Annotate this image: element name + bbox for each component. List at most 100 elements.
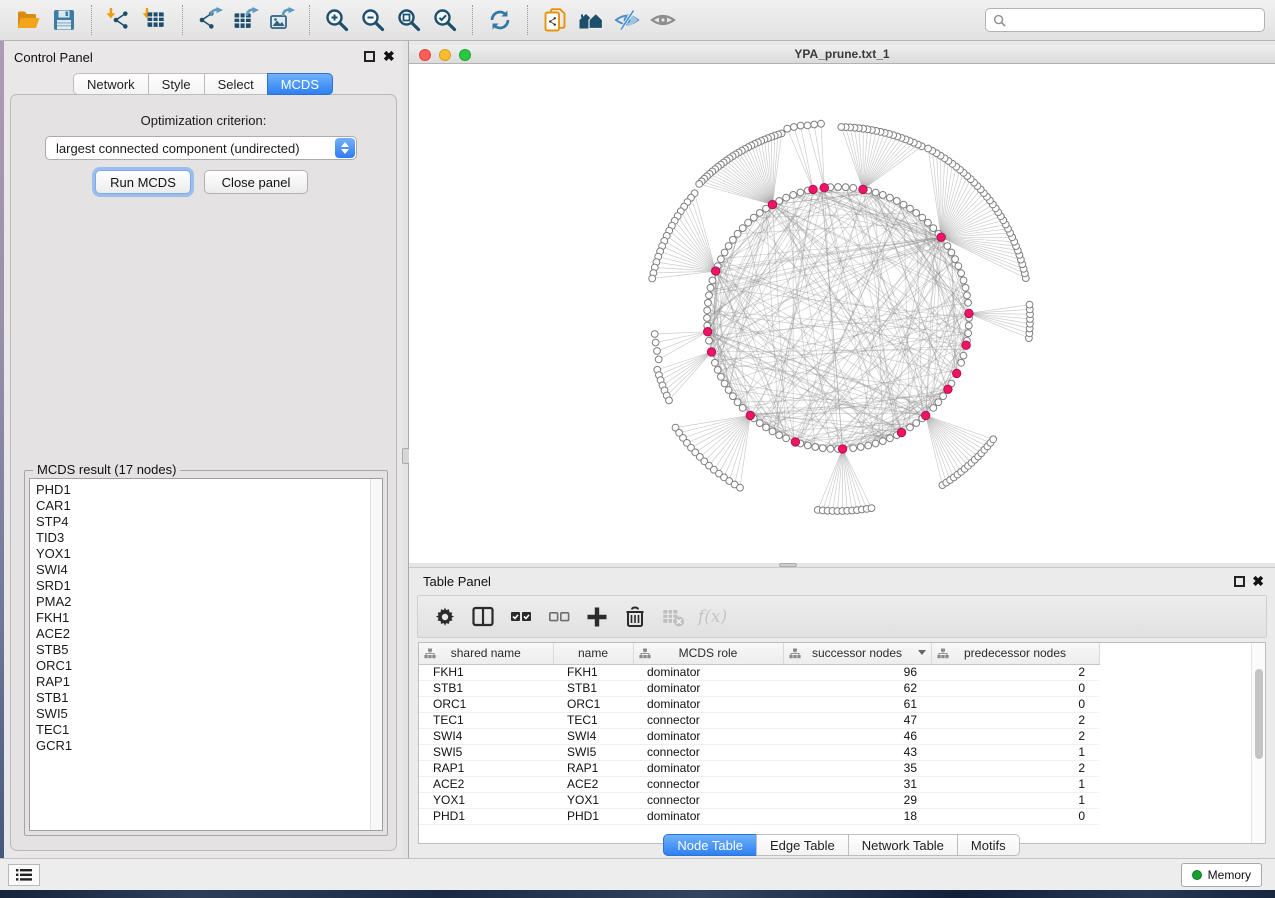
mcds-result-item[interactable]: SRD1 [36,578,382,594]
leaf-node[interactable] [818,120,825,127]
network-canvas[interactable] [409,64,1275,563]
table-scrollbar-thumb[interactable] [1255,669,1263,759]
mcds-node[interactable] [768,200,776,208]
network-node[interactable] [850,445,857,452]
mcds-result-item[interactable]: GCR1 [36,738,382,754]
zoom-in-icon[interactable] [319,3,355,37]
tab-network-table[interactable]: Network Table [848,834,958,856]
leaf-node[interactable] [737,484,744,491]
search-box[interactable] [985,8,1265,32]
network-node[interactable] [797,189,804,196]
mcds-result-item[interactable]: FKH1 [36,610,382,626]
mcds-result-item[interactable]: PHD1 [36,482,382,498]
network-node[interactable] [756,420,763,427]
network-node[interactable] [930,405,937,412]
network-node[interactable] [706,337,713,344]
network-node[interactable] [725,243,732,250]
mcds-result-item[interactable]: ORC1 [36,658,382,674]
mcds-result-item[interactable]: SWI5 [36,706,382,722]
mcds-result-item[interactable]: STP4 [36,514,382,530]
export-table-icon[interactable] [228,3,264,37]
table-row[interactable]: STB1STB1dominator620 [419,680,1099,696]
leaf-node[interactable] [696,181,703,188]
table-panel-close-icon[interactable]: ✖ [1252,574,1264,588]
leaf-node[interactable] [925,145,932,152]
network-node[interactable] [756,210,763,217]
table-settings-icon[interactable] [432,603,458,631]
network-overview-icon[interactable] [573,3,609,37]
network-node[interactable] [925,219,932,226]
refresh-layout-icon[interactable] [482,3,518,37]
network-node[interactable] [819,445,826,452]
tab-select[interactable]: Select [204,73,268,95]
import-table-icon[interactable] [137,3,173,37]
mcds-node[interactable] [937,233,945,241]
network-node[interactable] [783,435,790,442]
mcds-node[interactable] [944,385,952,393]
network-window-titlebar[interactable]: YPA_prune.txt_1 [409,45,1275,64]
table-row[interactable]: TEC1TEC1connector472 [419,712,1099,728]
network-node[interactable] [872,189,879,196]
task-history-button[interactable] [8,864,40,886]
mcds-result-item[interactable]: RAP1 [36,674,382,690]
network-node[interactable] [913,420,920,427]
delete-column-icon[interactable] [622,603,648,631]
network-graph[interactable] [409,64,1275,563]
mcds-result-item[interactable]: STB1 [36,690,382,706]
table-row[interactable]: FKH1FKH1dominator962 [419,664,1099,680]
leaf-node[interactable] [868,505,875,512]
network-node[interactable] [707,284,714,291]
column-header-predecessor-nodes[interactable]: predecessor nodes [931,643,1099,664]
tab-motifs[interactable]: Motifs [957,834,1020,856]
network-node[interactable] [907,205,914,212]
mcds-node[interactable] [809,185,817,193]
leaf-node[interactable] [666,397,673,404]
network-node[interactable] [865,442,872,449]
close-panel-button[interactable]: Close panel [204,170,308,194]
network-node[interactable] [872,440,879,447]
open-session-icon[interactable] [10,3,46,37]
mcds-node[interactable] [820,184,828,192]
network-node[interactable] [827,445,834,452]
network-node[interactable] [887,435,894,442]
network-node[interactable] [776,432,783,439]
split-panel-icon[interactable] [470,603,496,631]
network-node[interactable] [948,249,955,256]
leaf-node[interactable] [804,122,811,129]
clone-network-icon[interactable] [537,3,573,37]
optimization-criterion-select[interactable]: largest connected component (undirected) [45,136,357,160]
network-node[interactable] [739,225,746,232]
table-row[interactable]: PHD1PHD1dominator180 [419,808,1099,824]
preview-eye-icon[interactable] [645,3,681,37]
mcds-node[interactable] [746,411,754,419]
network-node[interactable] [893,198,900,205]
network-node[interactable] [734,399,741,406]
network-node[interactable] [965,299,972,306]
network-node[interactable] [783,194,790,201]
table-row[interactable]: SWI5SWI5connector431 [419,744,1099,760]
tab-node-table[interactable]: Node Table [663,834,757,856]
leaf-node[interactable] [811,121,818,128]
network-node[interactable] [704,307,711,314]
network-node[interactable] [960,352,967,359]
network-node[interactable] [745,219,752,226]
mcds-result-item[interactable]: SWI4 [36,562,382,578]
mcds-node[interactable] [962,341,970,349]
mcds-result-item[interactable]: STB5 [36,642,382,658]
network-node[interactable] [964,292,971,299]
column-header-shared-name[interactable]: shared name [419,643,553,664]
column-header-successor-nodes[interactable]: successor nodes [783,643,931,664]
network-node[interactable] [960,277,967,284]
mcds-list-scrollbar[interactable] [370,479,382,830]
show-hide-style-icon[interactable] [609,3,645,37]
leaf-node[interactable] [797,122,804,129]
table-row[interactable]: ORC1ORC1dominator610 [419,696,1099,712]
search-input[interactable] [1011,13,1257,27]
network-node[interactable] [812,444,819,451]
leaf-node[interactable] [655,356,662,363]
network-node[interactable] [958,270,965,277]
network-node[interactable] [734,230,741,237]
table-row[interactable]: RAP1RAP1dominator352 [419,760,1099,776]
mcds-result-item[interactable]: CAR1 [36,498,382,514]
network-node[interactable] [725,387,732,394]
